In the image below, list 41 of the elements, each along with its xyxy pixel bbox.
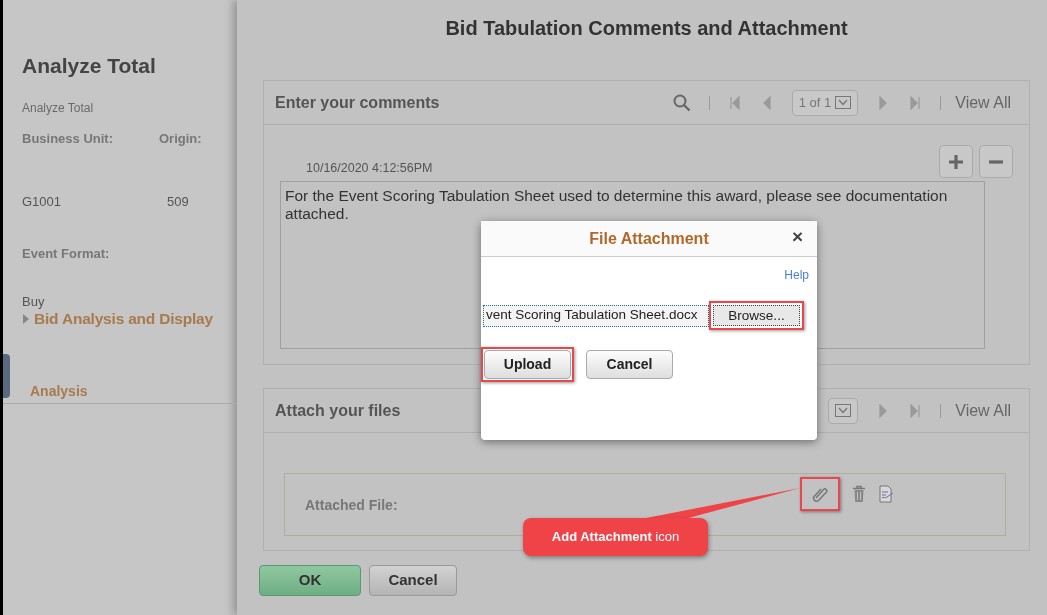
- view-all-link[interactable]: View All: [955, 90, 1011, 115]
- upload-button[interactable]: Upload: [484, 350, 571, 379]
- search-icon[interactable]: [672, 93, 691, 112]
- last-page-icon[interactable]: [908, 403, 923, 418]
- cancel-button[interactable]: Cancel: [369, 565, 457, 596]
- ok-button[interactable]: OK: [259, 565, 361, 596]
- field-value: G1001: [22, 193, 63, 211]
- section-title: Attach your files: [275, 400, 401, 421]
- close-button[interactable]: ×: [791, 227, 803, 246]
- view-all-link[interactable]: View All: [955, 398, 1011, 423]
- document-edit-icon[interactable]: [878, 485, 896, 503]
- dialog-title: File Attachment: [589, 228, 709, 249]
- expand-arrow-icon[interactable]: [22, 313, 30, 324]
- paperclip-icon[interactable]: [811, 485, 829, 503]
- first-page-icon[interactable]: [727, 95, 742, 110]
- chevron-down-icon: [835, 404, 852, 417]
- trash-icon[interactable]: [852, 485, 866, 503]
- last-page-icon[interactable]: [908, 95, 923, 110]
- modal-title: Bid Tabulation Comments and Attachment: [444, 16, 849, 41]
- plus-icon: [948, 153, 964, 170]
- field-label: Event Format:: [22, 244, 111, 263]
- comment-timestamp: 10/16/2020 4:12:56PM: [306, 160, 433, 178]
- browse-button[interactable]: Browse...: [713, 305, 800, 326]
- help-link[interactable]: Help: [784, 266, 809, 284]
- section-title: Enter your comments: [275, 92, 440, 113]
- delete-row-button[interactable]: [979, 145, 1013, 178]
- page-select[interactable]: [828, 397, 859, 424]
- field-label: Attached File:: [305, 496, 399, 515]
- callout-text: Add Attachment icon: [551, 528, 680, 547]
- field-value: Buy: [22, 295, 46, 308]
- field-value: 509: [166, 193, 190, 211]
- field-label: Origin:: [159, 129, 203, 148]
- cancel-button[interactable]: Cancel: [586, 350, 673, 379]
- chevron-down-icon: [835, 96, 852, 109]
- file-path-field[interactable]: vent Scoring Tabulation Sheet.docx: [483, 304, 709, 327]
- breadcrumb: Analyze Total: [22, 99, 95, 117]
- page-title: Analyze Total: [22, 53, 157, 79]
- add-row-button[interactable]: [939, 145, 973, 178]
- side-tab-handle[interactable]: [3, 354, 10, 399]
- field-label: Business Unit:: [22, 129, 114, 148]
- minus-icon: [989, 159, 1003, 164]
